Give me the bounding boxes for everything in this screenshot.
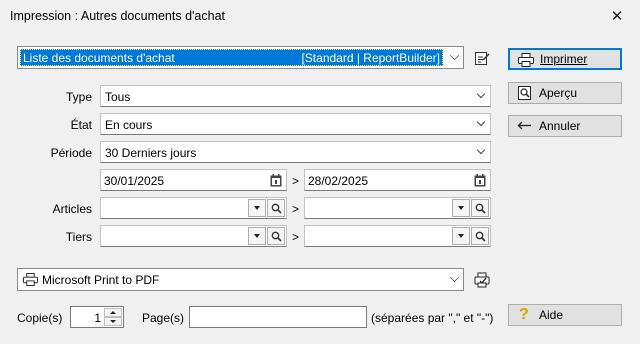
help-button[interactable]: ? Aide	[508, 304, 622, 326]
undo-arrow-icon	[517, 121, 531, 130]
printer-icon	[518, 53, 534, 67]
pages-input[interactable]	[189, 306, 367, 328]
date-from-value: 30/01/2025	[104, 174, 165, 188]
search-icon	[475, 231, 486, 242]
cancel-button-label: Annuler	[539, 119, 581, 133]
preview-button[interactable]: Aperçu	[508, 82, 622, 104]
search-icon	[475, 203, 486, 214]
triangle-down-icon	[110, 320, 116, 323]
copies-stepper[interactable]: 1	[70, 306, 124, 328]
decrement-button[interactable]	[104, 317, 122, 326]
dropdown-button[interactable]	[452, 227, 470, 245]
search-icon	[271, 231, 282, 242]
date-from-field[interactable]: 30/01/2025	[100, 169, 287, 191]
edit-report-icon[interactable]	[474, 50, 490, 66]
periode-select[interactable]: 30 Derniers jours	[100, 141, 491, 163]
help-button-label: Aide	[539, 308, 564, 322]
articles-label: Articles	[52, 202, 92, 216]
pages-label: Page(s)	[142, 311, 185, 325]
etat-select[interactable]: En cours	[100, 113, 491, 135]
report-name: Liste des documents d'achat	[23, 50, 175, 65]
range-separator: >	[292, 230, 300, 244]
dropdown-button[interactable]	[248, 199, 266, 217]
spin-buttons	[104, 308, 122, 326]
type-label: Type	[65, 90, 92, 104]
chevron-down-icon	[476, 145, 486, 155]
dropdown-button[interactable]	[452, 199, 470, 217]
chevron-down-icon	[450, 50, 459, 60]
pages-hint: (séparées par "," et "-")	[371, 311, 494, 325]
print-button[interactable]: Imprimer	[508, 48, 622, 70]
etat-value: En cours	[105, 118, 153, 132]
chevron-down-icon	[476, 117, 486, 127]
periode-value: 30 Derniers jours	[105, 146, 197, 160]
range-separator: >	[292, 202, 300, 216]
type-value: Tous	[105, 90, 131, 104]
articles-to-field[interactable]	[304, 197, 491, 219]
help-question-icon: ?	[519, 306, 529, 323]
copies-value: 1	[94, 311, 101, 325]
printer-settings-icon[interactable]	[474, 272, 490, 288]
type-select[interactable]: Tous	[100, 85, 491, 107]
title-bar: Impression : Autres documents d'achat ✕	[0, 0, 640, 32]
triangle-up-icon	[110, 311, 116, 314]
print-button-label: Imprimer	[540, 52, 588, 66]
cancel-button[interactable]: Annuler	[508, 115, 622, 137]
triangle-down-icon	[458, 234, 464, 238]
report-kind: [Standard | ReportBuilder]	[301, 50, 440, 65]
copies-label: Copie(s)	[17, 311, 63, 325]
printer-icon	[23, 273, 38, 286]
report-select[interactable]: Liste des documents d'achat [Standard | …	[17, 46, 464, 69]
articles-from-field[interactable]	[100, 197, 287, 219]
tiers-from-field[interactable]	[100, 225, 287, 247]
tiers-to-field[interactable]	[304, 225, 491, 247]
preview-button-label: Aperçu	[539, 86, 578, 100]
increment-button[interactable]	[104, 308, 122, 317]
close-button[interactable]: ✕	[594, 0, 640, 32]
triangle-down-icon	[254, 206, 260, 210]
date-to-value: 28/02/2025	[308, 174, 369, 188]
date-to-field[interactable]: 28/02/2025	[304, 169, 491, 191]
triangle-down-icon	[458, 206, 464, 210]
search-button[interactable]	[471, 199, 489, 217]
chevron-down-icon	[476, 89, 486, 99]
preview-icon	[518, 86, 531, 100]
search-button[interactable]	[267, 227, 285, 245]
printer-select[interactable]: Microsoft Print to PDF	[17, 268, 464, 291]
periode-label: Période	[50, 146, 92, 160]
calendar-icon	[474, 173, 486, 186]
search-button[interactable]	[471, 227, 489, 245]
calendar-button[interactable]	[471, 171, 489, 189]
tiers-label: Tiers	[65, 230, 92, 244]
window-title: Impression : Autres documents d'achat	[10, 9, 225, 23]
range-separator: >	[292, 174, 300, 188]
report-selected-item: Liste des documents d'achat [Standard | …	[20, 49, 443, 66]
etat-label: État	[70, 118, 92, 132]
calendar-icon	[270, 173, 282, 186]
printer-name: Microsoft Print to PDF	[42, 273, 160, 287]
search-button[interactable]	[267, 199, 285, 217]
calendar-button[interactable]	[267, 171, 285, 189]
search-icon	[271, 203, 282, 214]
dropdown-button[interactable]	[248, 227, 266, 245]
triangle-down-icon	[254, 234, 260, 238]
chevron-down-icon	[450, 272, 459, 282]
